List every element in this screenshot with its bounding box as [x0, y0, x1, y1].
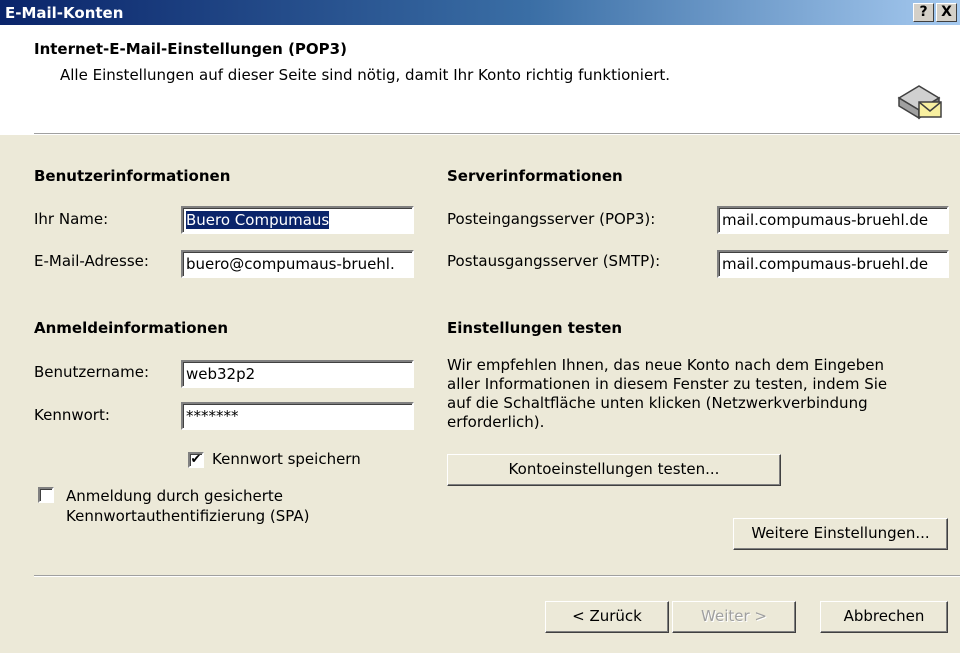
test-account-button[interactable]: Kontoeinstellungen testen...	[447, 454, 781, 486]
back-button[interactable]: < Zurück	[545, 601, 669, 633]
username-label: Benutzername:	[34, 363, 150, 381]
test-text-line3: auf die Schaltfläche unten klicken (Netz…	[447, 394, 868, 412]
test-text-line1: Wir empfehlen Ihnen, das neue Konto nach…	[447, 356, 885, 374]
test-text-line4: erforderlich).	[447, 413, 545, 431]
incoming-server-label: Posteingangsserver (POP3):	[447, 210, 656, 228]
page-subtitle: Alle Einstellungen auf dieser Seite sind…	[60, 66, 671, 84]
server-info-heading: Serverinformationen	[447, 167, 623, 185]
mail-server-icon	[893, 78, 945, 122]
header-divider	[34, 133, 960, 135]
close-button[interactable]: X	[936, 3, 957, 22]
spa-label-line1[interactable]: Anmeldung durch gesicherte	[66, 487, 283, 505]
test-text-line2: aller Informationen in diesem Fenster zu…	[447, 375, 888, 393]
password-field[interactable]: *******	[181, 402, 414, 430]
name-label: Ihr Name:	[34, 210, 109, 228]
help-button[interactable]: ?	[913, 3, 934, 22]
next-button[interactable]: Weiter >	[672, 601, 796, 633]
user-info-heading: Benutzerinformationen	[34, 167, 231, 185]
test-settings-text: Wir empfehlen Ihnen, das neue Konto nach…	[447, 356, 887, 432]
username-field[interactable]: web32p2	[181, 360, 414, 388]
password-label: Kennwort:	[34, 406, 110, 424]
title-bar: E-Mail-Konten ? X	[0, 0, 960, 25]
name-field[interactable]: Buero Compumaus	[181, 206, 414, 234]
name-field-value: Buero Compumaus	[186, 211, 330, 229]
save-password-label[interactable]: Kennwort speichern	[212, 450, 361, 468]
outgoing-server-field[interactable]: mail.compumaus-bruehl.de	[717, 250, 949, 278]
more-settings-button[interactable]: Weitere Einstellungen...	[733, 518, 948, 550]
test-settings-heading: Einstellungen testen	[447, 319, 623, 337]
outgoing-server-label: Postausgangsserver (SMTP):	[447, 252, 661, 270]
email-label: E-Mail-Adresse:	[34, 252, 149, 270]
window-title: E-Mail-Konten	[5, 4, 124, 22]
cancel-button[interactable]: Abbrechen	[820, 601, 948, 633]
spa-label-line2[interactable]: Kennwortauthentifizierung (SPA)	[66, 507, 309, 525]
spa-checkbox[interactable]	[38, 487, 54, 503]
footer-divider	[34, 575, 960, 577]
login-info-heading: Anmeldeinformationen	[34, 319, 229, 337]
email-field[interactable]: buero@compumaus-bruehl.	[181, 250, 414, 278]
page-title: Internet-E-Mail-Einstellungen (POP3)	[34, 40, 347, 58]
save-password-checkbox[interactable]: ✔	[188, 452, 204, 468]
incoming-server-field[interactable]: mail.compumaus-bruehl.de	[717, 206, 949, 234]
